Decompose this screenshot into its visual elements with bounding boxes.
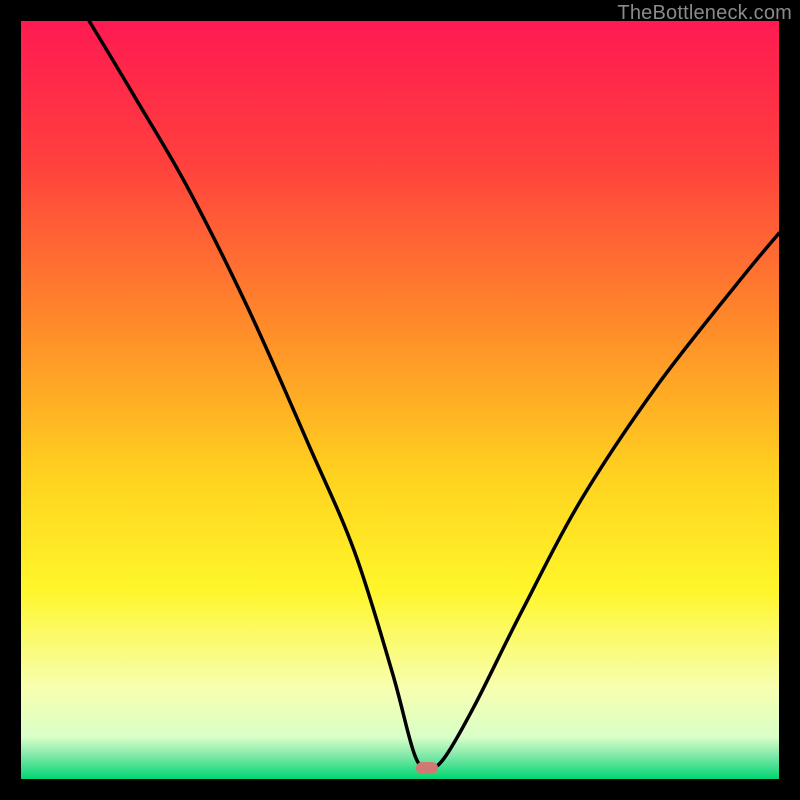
optimal-marker [416, 762, 438, 774]
bottleneck-curve [21, 21, 779, 779]
chart-frame: TheBottleneck.com [0, 0, 800, 800]
watermark-text: TheBottleneck.com [617, 2, 792, 25]
plot-area [21, 21, 779, 779]
